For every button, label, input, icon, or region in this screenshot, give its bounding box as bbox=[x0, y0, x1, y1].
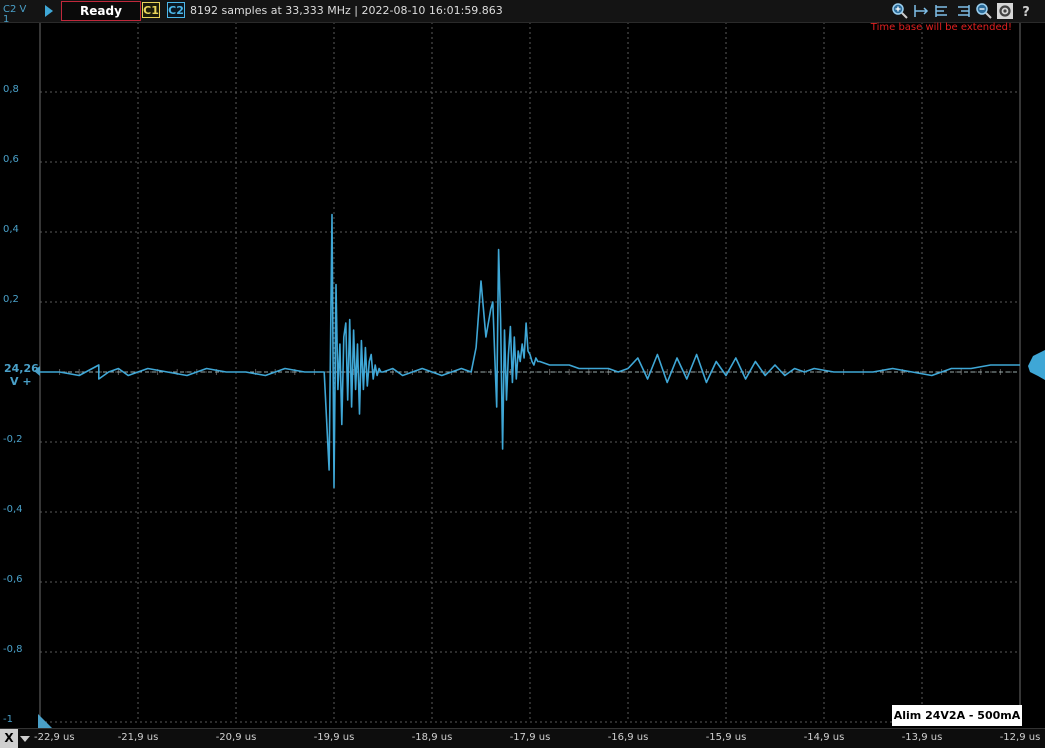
x-tick-label: -16,9 us bbox=[607, 732, 649, 743]
x-tick-label: -17,9 us bbox=[509, 732, 551, 743]
x-tick-label: -19,9 us bbox=[313, 732, 355, 743]
y-tick-label: -0,8 bbox=[3, 644, 23, 655]
x-tick-label: -13,9 us bbox=[901, 732, 943, 743]
channel-1-button[interactable]: C1 bbox=[142, 2, 160, 18]
x-tick-label: -18,9 us bbox=[411, 732, 453, 743]
x-tick-label: -14,9 us bbox=[803, 732, 845, 743]
zoom-in-icon[interactable] bbox=[891, 2, 909, 20]
y-tick-label: 0,6 bbox=[3, 154, 19, 165]
timebase-warning: Time base will be extended! bbox=[870, 22, 1012, 33]
x-axis-button[interactable]: X bbox=[0, 729, 18, 748]
play-icon[interactable] bbox=[42, 3, 56, 19]
zoom-out-icon[interactable] bbox=[975, 2, 993, 20]
y-tick-label: -1 bbox=[3, 714, 13, 725]
settings-icon[interactable] bbox=[996, 2, 1014, 20]
y-tick-label: 1 bbox=[3, 14, 10, 25]
y-tick-label: -0,2 bbox=[3, 434, 23, 445]
chevron-down-icon[interactable] bbox=[19, 732, 31, 745]
y-tick-label: -0,4 bbox=[3, 504, 23, 515]
zoom-fit-icon[interactable] bbox=[912, 2, 930, 20]
status-indicator[interactable]: Ready bbox=[61, 1, 141, 21]
x-tick-label: -15,9 us bbox=[705, 732, 747, 743]
y-tick-label: 0,8 bbox=[3, 84, 19, 95]
oscilloscope-plot[interactable] bbox=[0, 0, 1045, 747]
channel-2-button[interactable]: C2 bbox=[167, 2, 185, 18]
align-right-icon[interactable] bbox=[954, 2, 972, 20]
x-tick-label: -12,9 us bbox=[999, 732, 1041, 743]
offset-value: 24,26 bbox=[4, 362, 39, 375]
channel-legend[interactable]: Alim 24V2A - 500mA bbox=[892, 705, 1022, 726]
top-toolbar: C2 V Ready C1 C2 8192 samples at 33,333 … bbox=[0, 0, 1045, 23]
x-tick-label: -21,9 us bbox=[117, 732, 159, 743]
help-icon[interactable]: ? bbox=[1017, 2, 1035, 20]
x-tick-label: -22,9 us bbox=[34, 732, 75, 743]
offset-unit: V + bbox=[10, 375, 32, 388]
y-tick-label: 0,2 bbox=[3, 294, 19, 305]
svg-text:?: ? bbox=[1022, 5, 1030, 20]
y-tick-label: 0,4 bbox=[3, 224, 19, 235]
acquisition-info: 8192 samples at 33,333 MHz | 2022-08-10 … bbox=[190, 4, 503, 17]
x-tick-label: -20,9 us bbox=[215, 732, 257, 743]
y-tick-label: -0,6 bbox=[3, 574, 23, 585]
align-left-icon[interactable] bbox=[933, 2, 951, 20]
